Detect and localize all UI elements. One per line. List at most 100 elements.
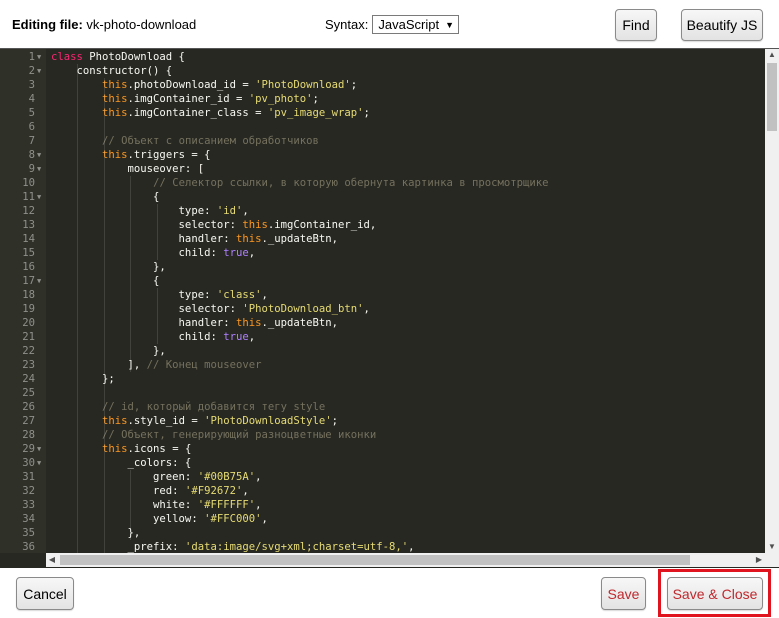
code-text: { (51, 275, 160, 287)
line-number: 18 (22, 289, 35, 301)
chevron-down-icon: ▼ (445, 19, 454, 30)
indent-guide (130, 176, 132, 372)
line-number: 4 (28, 93, 35, 105)
code-line[interactable]: 26 // id, который добавится тегу style (0, 400, 765, 414)
code-text: class PhotoDownload { (51, 51, 185, 63)
find-button[interactable]: Find (615, 9, 657, 41)
scroll-down-icon[interactable]: ▼ (765, 541, 779, 553)
code-text: child: true, (51, 247, 256, 259)
line-number: 12 (22, 205, 35, 217)
editor-header: Editing file: vk-photo-download Syntax: … (0, 0, 779, 48)
editing-file-name: vk-photo-download (86, 17, 197, 32)
vertical-scrollbar[interactable]: ▲ ▼ (765, 49, 779, 553)
line-number: 16 (22, 261, 35, 273)
code-text: }, (51, 345, 166, 357)
scroll-left-icon[interactable]: ◀ (46, 553, 58, 567)
line-number: 8 (28, 149, 35, 161)
line-number: 25 (22, 387, 35, 399)
code-line[interactable]: 6 (0, 120, 765, 134)
code-line[interactable]: 16 }, (0, 260, 765, 274)
code-line[interactable]: 36 _prefix: 'data:image/svg+xml;charset=… (0, 540, 765, 553)
fold-arrow-icon[interactable]: ▼ (37, 190, 41, 204)
code-text: }, (51, 527, 141, 539)
fold-arrow-icon[interactable]: ▼ (37, 50, 41, 64)
scroll-right-icon[interactable]: ▶ (753, 553, 765, 567)
code-line[interactable]: 18 type: 'class', (0, 288, 765, 302)
code-text: green: '#00B75A', (51, 471, 262, 483)
code-line[interactable]: 32 red: '#F92672', (0, 484, 765, 498)
beautify-js-button[interactable]: Beautify JS (681, 9, 763, 41)
indent-guide (103, 78, 105, 553)
code-line[interactable]: 22 }, (0, 344, 765, 358)
fold-arrow-icon[interactable]: ▼ (37, 64, 41, 78)
code-text: // Объект с описанием обработчиков (102, 135, 319, 147)
line-number: 23 (22, 359, 35, 371)
line-number: 1 (28, 51, 35, 63)
code-line[interactable]: 12 type: 'id', (0, 204, 765, 218)
code-text: selector: 'PhotoDownload_btn', (51, 303, 370, 315)
cancel-button[interactable]: Cancel (16, 577, 74, 610)
code-line[interactable]: 3 this.photoDownload_id = 'PhotoDownload… (0, 78, 765, 92)
code-line[interactable]: 21 child: true, (0, 330, 765, 344)
code-text: // Объект, генерирующий разноцветные ико… (102, 429, 377, 441)
code-text: handler: this._updateBtn, (51, 317, 339, 329)
code-line[interactable]: 7 // Объект с описанием обработчиков (0, 134, 765, 148)
indent-guide (156, 288, 158, 344)
code-line[interactable]: 20 handler: this._updateBtn, (0, 316, 765, 330)
fold-arrow-icon[interactable]: ▼ (37, 442, 41, 456)
code-line[interactable]: 30 ▼ _colors: { (0, 456, 765, 470)
code-line[interactable]: 27 this.style_id = 'PhotoDownloadStyle'; (0, 414, 765, 428)
code-line[interactable]: 25 (0, 386, 765, 400)
code-line[interactable]: 13 selector: this.imgContainer_id, (0, 218, 765, 232)
code-line[interactable]: 8 ▼ this.triggers = { (0, 148, 765, 162)
code-line[interactable]: 35 }, (0, 526, 765, 540)
code-line[interactable]: 15 child: true, (0, 246, 765, 260)
line-number: 10 (22, 177, 35, 189)
save-and-close-button[interactable]: Save & Close (667, 577, 763, 610)
vertical-scrollbar-thumb[interactable] (767, 63, 777, 131)
horizontal-scrollbar[interactable]: ◀ ▶ (46, 553, 765, 567)
code-area[interactable]: 1 ▼ class PhotoDownload {2 ▼ constructor() … (0, 49, 765, 553)
code-line[interactable]: 11 ▼ { (0, 190, 765, 204)
code-line[interactable]: 31 green: '#00B75A', (0, 470, 765, 484)
code-text: this.icons = { (102, 443, 192, 455)
scrollbar-corner (765, 553, 779, 567)
horizontal-scrollbar-thumb[interactable] (60, 555, 690, 565)
code-line[interactable]: 19 selector: 'PhotoDownload_btn', (0, 302, 765, 316)
line-number: 31 (22, 471, 35, 483)
save-button[interactable]: Save (601, 577, 646, 610)
code-line[interactable]: 29 ▼ this.icons = { (0, 442, 765, 456)
fold-arrow-icon[interactable]: ▼ (37, 162, 41, 176)
code-text: constructor() { (51, 65, 173, 77)
code-line[interactable]: 28 // Объект, генерирующий разноцветные … (0, 428, 765, 442)
code-text: _colors: { (51, 457, 192, 469)
code-text: handler: this._updateBtn, (51, 233, 339, 245)
scroll-up-icon[interactable]: ▲ (765, 49, 779, 61)
code-text: this.imgContainer_id = 'pv_photo'; (102, 93, 319, 105)
code-text: white: '#FFFFFF', (51, 499, 262, 511)
syntax-select[interactable]: JavaScript ▼ (372, 15, 459, 34)
code-line[interactable]: 33 white: '#FFFFFF', (0, 498, 765, 512)
syntax-selector: Syntax: JavaScript ▼ (325, 15, 459, 34)
fold-arrow-icon[interactable]: ▼ (37, 148, 41, 162)
code-line[interactable]: 1 ▼ class PhotoDownload { (0, 50, 765, 64)
code-text: child: true, (51, 331, 256, 343)
code-line[interactable]: 4 this.imgContainer_id = 'pv_photo'; (0, 92, 765, 106)
code-line[interactable]: 10 // Селектор ссылки, в которую обернут… (0, 176, 765, 190)
fold-arrow-icon[interactable]: ▼ (37, 274, 41, 288)
line-number: 20 (22, 317, 35, 329)
code-line[interactable]: 17 ▼ { (0, 274, 765, 288)
code-line[interactable]: 34 yellow: '#FFC000', (0, 512, 765, 526)
line-number: 26 (22, 401, 35, 413)
line-number: 13 (22, 219, 35, 231)
fold-arrow-icon[interactable]: ▼ (37, 456, 41, 470)
code-line[interactable]: 2 ▼ constructor() { (0, 64, 765, 78)
code-editor[interactable]: 1 ▼ class PhotoDownload {2 ▼ constructor() … (0, 48, 779, 568)
code-line[interactable]: 5 this.imgContainer_class = 'pv_image_wr… (0, 106, 765, 120)
code-line[interactable]: 9 ▼ mouseover: [ (0, 162, 765, 176)
code-line[interactable]: 23 ], // Конец mouseover (0, 358, 765, 372)
code-line[interactable]: 24 }; (0, 372, 765, 386)
code-text: this.triggers = { (102, 149, 211, 161)
code-line[interactable]: 14 handler: this._updateBtn, (0, 232, 765, 246)
line-number: 24 (22, 373, 35, 385)
